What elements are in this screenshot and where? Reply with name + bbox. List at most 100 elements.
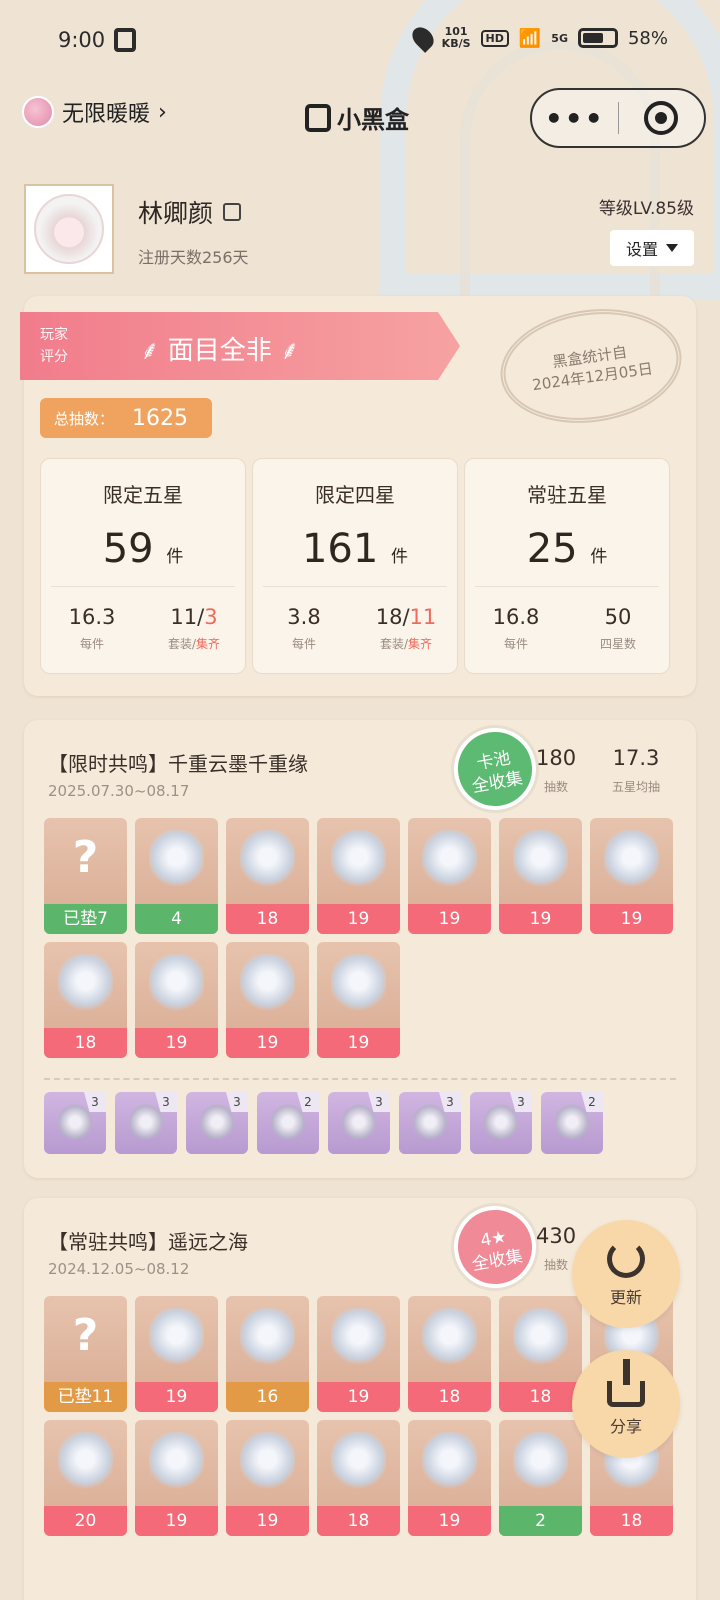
costume-piece-image <box>422 1432 477 1492</box>
network-type: 5G <box>551 31 568 45</box>
hd-icon: HD <box>480 29 509 47</box>
pull-count-label: 18 <box>590 1506 673 1536</box>
four-star-item[interactable]: 3 <box>399 1092 461 1154</box>
costume-item[interactable]: 19 <box>135 1420 218 1536</box>
costume-item[interactable]: 19 <box>408 1420 491 1536</box>
costume-piece-image <box>413 1102 447 1142</box>
costume-piece-image <box>240 1432 295 1492</box>
pool-pulls: 430 抽数 <box>536 1224 577 1272</box>
costume-item[interactable]: 19 <box>135 942 218 1058</box>
four-star-item[interactable]: 3 <box>44 1092 106 1154</box>
pull-count-label: 19 <box>499 904 582 934</box>
costume-piece-image <box>422 1308 477 1368</box>
costume-item[interactable]: 19 <box>135 1296 218 1412</box>
pull-count-label: 18 <box>499 1382 582 1412</box>
heybox-logo-icon <box>305 103 331 132</box>
costume-piece-image <box>513 830 568 890</box>
four-star-item[interactable]: 2 <box>257 1092 319 1154</box>
pull-count-label: 19 <box>226 1028 309 1058</box>
costume-item[interactable]: ? 已垫7 <box>44 818 127 934</box>
nav-bar: 无限暖暖 › 小黑盒 ••• <box>0 88 720 148</box>
status-bar: 9:00 101 KB/S HD 📶 5G 58% <box>0 0 720 84</box>
settings-dropdown[interactable]: 设置 <box>610 230 694 266</box>
pull-count-label: 19 <box>135 1382 218 1412</box>
costume-item[interactable]: 18 <box>44 942 127 1058</box>
costume-item[interactable]: 18 <box>226 818 309 934</box>
costume-item[interactable]: 19 <box>317 818 400 934</box>
costume-piece-image <box>58 1432 113 1492</box>
pull-count-label: 19 <box>317 904 400 934</box>
costume-item[interactable]: 19 <box>499 818 582 934</box>
four-star-item[interactable]: 2 <box>541 1092 603 1154</box>
costume-piece-image <box>331 830 386 890</box>
user-name: 林卿颜 <box>138 194 242 230</box>
costume-piece-image <box>149 1308 204 1368</box>
game-switch-button[interactable]: 无限暖暖 › <box>22 96 167 128</box>
refresh-button[interactable]: 更新 <box>572 1220 680 1328</box>
pull-count-label: 已垫7 <box>44 904 127 934</box>
costume-piece-image <box>422 830 477 890</box>
item-grid: ? 已垫7 4 18 19 19 19 19 18 19 19 19 <box>44 818 673 1058</box>
costume-piece-image <box>555 1102 589 1142</box>
pool-date: 2025.07.30~08.17 <box>48 782 190 800</box>
pool-avg-5star: 17.3 五星均抽 <box>612 746 661 794</box>
costume-item[interactable]: 19 <box>226 1420 309 1536</box>
share-button[interactable]: 分享 <box>572 1350 680 1458</box>
costume-item[interactable]: ? 已垫11 <box>44 1296 127 1412</box>
costume-piece-image <box>58 1102 92 1142</box>
costume-item[interactable]: 16 <box>226 1296 309 1412</box>
four-star-item[interactable]: 3 <box>328 1092 390 1154</box>
pool-card-limited[interactable]: 【限时共鸣】千重云墨千重缘 2025.07.30~08.17 卡池 全收集 180… <box>24 720 696 1178</box>
summary-card: 玩家 评分 ⸙ 面目全非 ⸙ 黑盒统计自 2024年12月05日 总抽数： 1625 … <box>20 296 696 696</box>
costume-item[interactable]: 4 <box>135 818 218 934</box>
refresh-icon <box>607 1240 645 1278</box>
costume-item[interactable]: 19 <box>317 942 400 1058</box>
pool-pulls: 180 抽数 <box>536 746 577 794</box>
avatar[interactable] <box>24 184 114 274</box>
copy-icon[interactable] <box>223 203 242 221</box>
caret-down-icon <box>666 244 678 252</box>
four-star-item[interactable]: 3 <box>470 1092 532 1154</box>
costume-item[interactable]: 19 <box>226 942 309 1058</box>
network-speed: 101 KB/S <box>441 25 471 50</box>
close-button[interactable] <box>618 101 704 135</box>
pull-count-label: 20 <box>44 1506 127 1536</box>
stat-card-limited-5star: 限定五星 59 件 16.3 每件 11/3 套装/集齐 <box>40 458 246 674</box>
app-title: 小黑盒 <box>305 100 409 135</box>
costume-item[interactable]: 19 <box>590 818 673 934</box>
four-star-item[interactable]: 3 <box>186 1092 248 1154</box>
four-star-item[interactable]: 3 <box>115 1092 177 1154</box>
costume-item[interactable]: 19 <box>408 818 491 934</box>
costume-piece-image <box>331 1308 386 1368</box>
costume-piece-image <box>240 830 295 890</box>
costume-item[interactable]: 18 <box>499 1296 582 1412</box>
pool-title: 【常驻共鸣】遥远之海 <box>48 1230 248 1254</box>
pull-count-label: 2 <box>499 1506 582 1536</box>
costume-piece-image <box>513 1308 568 1368</box>
costume-piece-image <box>604 830 659 890</box>
more-button[interactable]: ••• <box>532 102 618 135</box>
costume-item[interactable]: 2 <box>499 1420 582 1536</box>
costume-item[interactable]: 18 <box>408 1296 491 1412</box>
chevron-right-icon: › <box>158 99 167 125</box>
unknown-item-icon: ? <box>72 832 99 883</box>
full-collection-badge: 卡池 全收集 <box>447 721 543 817</box>
costume-piece-image <box>149 830 204 890</box>
costume-piece-image <box>331 1432 386 1492</box>
pull-count-label: 18 <box>226 904 309 934</box>
costume-item[interactable]: 20 <box>44 1420 127 1536</box>
location-icon <box>407 23 438 53</box>
pull-count-label: 19 <box>135 1028 218 1058</box>
wifi-icon: 📶 <box>518 27 542 49</box>
costume-piece-image <box>331 954 386 1014</box>
rating-title: ⸙ 面目全非 ⸙ <box>140 336 300 366</box>
costume-piece-image <box>513 1432 568 1492</box>
rating-label: 玩家 评分 <box>40 327 68 365</box>
stats-stamp: 黑盒统计自 2024年12月05日 <box>493 297 689 435</box>
costume-item[interactable]: 18 <box>317 1420 400 1536</box>
rating-ribbon: 玩家 评分 ⸙ 面目全非 ⸙ <box>20 312 460 380</box>
costume-piece-image <box>129 1102 163 1142</box>
pull-count-label: 19 <box>590 904 673 934</box>
costume-item[interactable]: 19 <box>317 1296 400 1412</box>
total-pulls-badge: 总抽数： 1625 <box>40 398 212 438</box>
